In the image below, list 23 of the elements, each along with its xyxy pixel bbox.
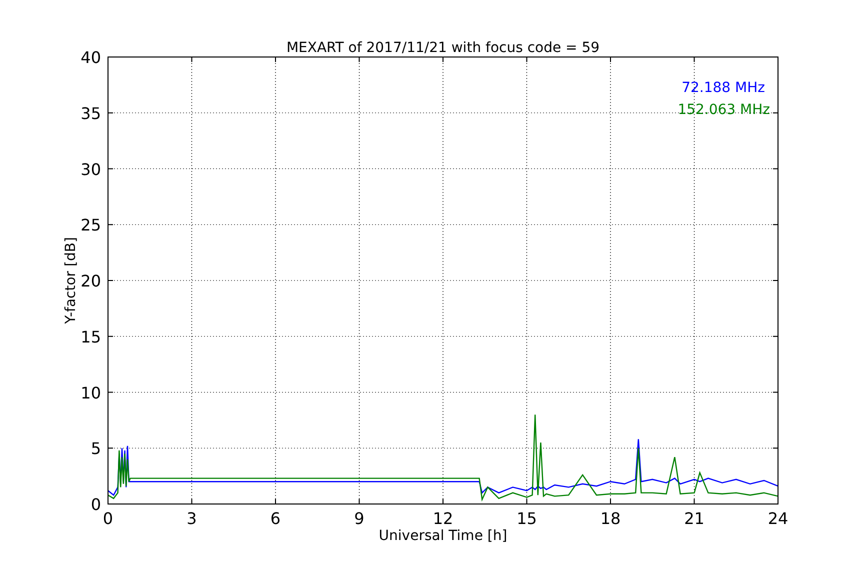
tick-label: 30 <box>80 160 101 179</box>
x-axis-label: Universal Time [h] <box>378 528 508 544</box>
tick-label: 24 <box>768 509 788 528</box>
legend-label: 152.063 MHz <box>678 102 770 118</box>
tick-label: 9 <box>354 509 364 528</box>
tick-label: 12 <box>432 509 454 528</box>
tick-label: 21 <box>684 509 704 528</box>
tick-label: 0 <box>90 495 101 514</box>
legend-label: 72.188 MHz <box>682 80 765 96</box>
tick-label: 6 <box>270 509 281 528</box>
tick-label: 25 <box>80 216 101 235</box>
tick-label: 20 <box>80 272 101 290</box>
tick-label: 18 <box>600 509 621 528</box>
chart-title: MEXART of 2017/11/21 with focus code = 59 <box>286 40 600 56</box>
tick-label: 5 <box>90 439 101 458</box>
y-axis-label: Y-factor [dB] <box>63 237 79 324</box>
tick-label: 40 <box>80 48 101 67</box>
tick-label: 10 <box>80 383 101 402</box>
tick-label: 35 <box>80 104 101 123</box>
tick-label: 0 <box>102 509 114 528</box>
tick-label: 15 <box>516 509 537 528</box>
tick-label: 15 <box>80 327 101 346</box>
tick-label: 3 <box>186 509 197 528</box>
